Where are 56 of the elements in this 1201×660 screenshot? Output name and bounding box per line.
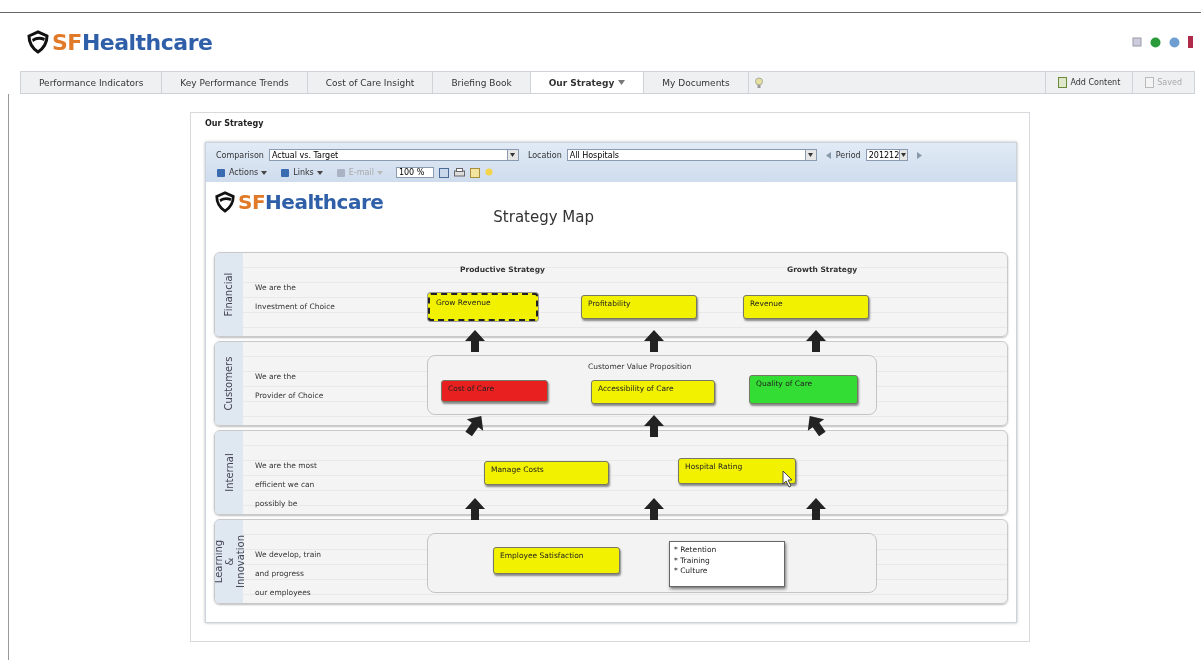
filter-dropdown[interactable]: All Hospitals — [566, 149, 817, 161]
caret-icon — [316, 170, 323, 175]
help-icon[interactable] — [1169, 36, 1180, 48]
zoom-field[interactable]: 100 % — [395, 167, 434, 178]
mouse-cursor-icon — [782, 470, 794, 488]
nav-tab[interactable]: Our Strategy — [530, 72, 645, 93]
document-icon — [1058, 77, 1068, 88]
arrow-icon — [805, 413, 827, 437]
filter-dropdown[interactable]: 201212 — [865, 149, 908, 161]
arrow-icon — [805, 329, 827, 353]
document-icon — [1145, 77, 1155, 88]
caret-icon — [510, 153, 516, 157]
arrow-icon — [464, 329, 486, 353]
caret-icon — [900, 153, 906, 157]
arrow-icon — [464, 413, 486, 437]
caret-icon — [376, 170, 383, 175]
filter-label: Period — [835, 150, 861, 160]
arrow-icon — [805, 497, 827, 521]
toolbar-action[interactable]: Add Content — [1045, 72, 1133, 93]
caret-icon — [618, 80, 626, 85]
brand-logo: SFHealthcare — [238, 190, 384, 214]
print-icon[interactable] — [453, 167, 465, 178]
arrow-icon — [464, 497, 486, 521]
menu-item-icon — [280, 167, 291, 178]
brand-logo: SFHealthcare — [52, 29, 213, 55]
map-title: Strategy Map — [493, 208, 594, 226]
previous-icon[interactable] — [825, 151, 831, 159]
nav-tab[interactable]: My Documents — [644, 72, 749, 93]
nav-tab[interactable]: Cost of Care Insight — [307, 72, 434, 93]
toolbar-menu-button[interactable]: Links — [280, 167, 323, 178]
nav-tab[interactable]: Performance Indicators — [21, 72, 163, 93]
filter-label: Comparison — [216, 150, 264, 160]
lane-label: Internal — [223, 453, 235, 492]
arrow-icon — [643, 414, 665, 438]
lightbulb-icon[interactable] — [754, 76, 763, 89]
shield-logo-icon — [26, 30, 50, 54]
menu-item-icon — [335, 167, 346, 178]
next-icon[interactable] — [916, 151, 922, 159]
caret-icon — [808, 153, 814, 157]
edit-icon[interactable] — [469, 167, 480, 178]
toolbar-menu-button[interactable]: Actions — [216, 167, 268, 178]
caret-icon — [261, 170, 268, 175]
menu-item-icon — [216, 167, 226, 178]
filter-label: Location — [527, 150, 562, 160]
arrow-icon — [643, 329, 665, 353]
grid-icon[interactable] — [1132, 37, 1142, 47]
nav-tab[interactable]: Key Performance Trends — [162, 72, 308, 93]
panel-title: Our Strategy — [205, 118, 265, 130]
lane-label: Customers — [223, 356, 235, 411]
lane-label: Financial — [223, 272, 235, 317]
status-icon[interactable] — [1150, 36, 1161, 48]
nav-tab[interactable]: Briefing Book — [433, 72, 531, 93]
filter-dropdown[interactable]: Actual vs. Target — [268, 149, 519, 161]
shield-logo-icon — [214, 191, 236, 213]
save-icon[interactable] — [438, 167, 449, 178]
arrow-icon — [643, 497, 665, 521]
